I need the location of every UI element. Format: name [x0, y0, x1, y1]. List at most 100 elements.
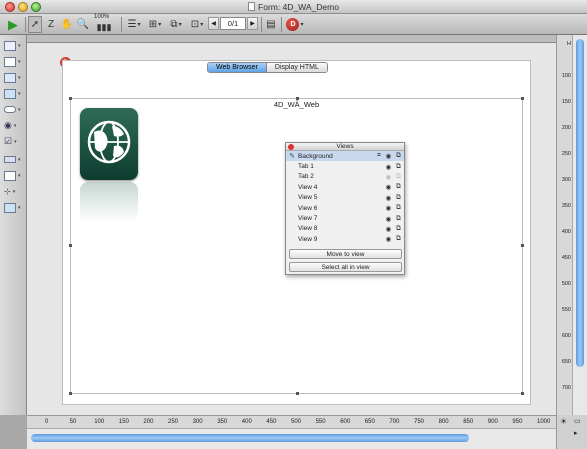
eye-icon[interactable]: ◉	[384, 183, 393, 191]
ruler-tick-label: 450	[561, 255, 571, 261]
group-icon: ⊡	[190, 19, 200, 30]
ruler-toggle-icon[interactable]: ▭	[574, 417, 581, 425]
ruler-tick-label: 0	[45, 419, 49, 425]
button-icon	[4, 106, 16, 113]
hand-tool-button[interactable]: ✋	[60, 16, 74, 33]
resize-handle[interactable]	[69, 97, 72, 100]
eye-icon[interactable]: ◉	[384, 152, 393, 160]
resize-handle[interactable]	[521, 392, 524, 395]
tool-checkbox[interactable]: ☑ ▾	[4, 135, 22, 148]
view-row[interactable]: Tab 2 ◉ ⧉	[286, 172, 404, 182]
page-next-button[interactable]: ▶	[247, 17, 258, 30]
view-row[interactable]: View 9 ◉ ⧉	[286, 234, 404, 244]
close-palette-button[interactable]	[288, 144, 294, 150]
lock-icon[interactable]: ⧉	[393, 235, 404, 243]
lock-icon[interactable]: ⧉	[393, 152, 404, 160]
group-button[interactable]: ⊡ ▾	[187, 16, 207, 33]
tab-control[interactable]: Web Browser Display HTML	[207, 62, 328, 73]
views-list-button[interactable]: ▤	[264, 16, 278, 33]
zoom-level: 100%	[94, 14, 110, 20]
lock-icon[interactable]: ⧉	[393, 183, 404, 191]
ruler-tick-label: 150	[118, 419, 129, 425]
rectangle-icon	[4, 170, 16, 181]
page-indicator[interactable]: 0/1	[220, 17, 246, 30]
ruler-tick-label: 200	[143, 419, 154, 425]
lock-icon[interactable]: ⧉	[393, 173, 404, 181]
ruler-tick-label: 850	[463, 419, 474, 425]
eye-icon[interactable]: ◉	[384, 225, 393, 233]
list-icon	[4, 72, 16, 83]
lock-icon[interactable]: ⧉	[393, 215, 404, 223]
views-list: ✎ Background ⌗ ◉ ⧉ Tab 1 ◉ ⧉ Tab 2 ◉ ⧉ View 4 ◉ ⧉ View…	[286, 151, 404, 245]
resize-handle[interactable]	[69, 244, 72, 247]
title-bar: Form: 4D_WA_Demo	[0, 0, 587, 14]
horizontal-scrollbar[interactable]	[27, 428, 572, 449]
zoom-corner-icon[interactable]: ☀	[560, 417, 567, 426]
tool-text-input[interactable]: ▾	[4, 55, 22, 68]
scroll-arrow-icon[interactable]: ▸	[574, 429, 578, 437]
lock-icon[interactable]: ⧉	[393, 194, 404, 202]
resize-handle[interactable]	[296, 97, 299, 100]
ruler-tick-label: 300	[192, 419, 203, 425]
view-row[interactable]: View 5 ◉ ⧉	[286, 193, 404, 203]
view-row[interactable]: ✎ Background ⌗ ◉ ⧉	[286, 151, 404, 162]
entry-order-button[interactable]: Z	[44, 16, 58, 33]
tool-field[interactable]: ▾	[4, 39, 22, 52]
tool-list[interactable]: ▾	[4, 71, 22, 84]
eye-icon[interactable]: ◉	[384, 204, 393, 212]
tool-web-area[interactable]: ▾	[4, 201, 22, 214]
ruler-tick-label: 650	[364, 419, 375, 425]
view-row[interactable]: View 8 ◉ ⧉	[286, 224, 404, 234]
vertical-scroll-thumb[interactable]	[576, 39, 584, 367]
vertical-scrollbar[interactable]	[572, 35, 587, 415]
tool-listbox[interactable]: ▾	[4, 87, 22, 100]
tool-button[interactable]: ▾	[4, 103, 22, 116]
eye-icon[interactable]: ◉	[384, 215, 393, 223]
globe-icon	[80, 108, 138, 180]
horizontal-scroll-thumb[interactable]	[31, 434, 469, 442]
select-all-in-view-button[interactable]: Select all in view	[289, 262, 402, 272]
tool-dropdown[interactable]: ▾	[4, 153, 22, 166]
web-area-icon	[4, 202, 16, 213]
ruler-tick-label: 700	[389, 419, 400, 425]
lock-icon[interactable]: ⧉	[393, 204, 404, 212]
eye-icon[interactable]: ◉	[384, 235, 393, 243]
move-to-view-button[interactable]: Move to view	[289, 249, 402, 259]
tool-radio[interactable]: ◉ ▾	[4, 119, 22, 132]
toolbar: ▶ ➚ Z ✋ 🔍 100% ▮▮▮ ☰ ▾ ⊞ ▾ ⧉ ▾ ⊡ ▾ ◀ 0/1 ▶ ▤…	[0, 14, 587, 35]
tab-display-html[interactable]: Display HTML	[266, 63, 327, 72]
view-row[interactable]: View 7 ◉ ⧉	[286, 213, 404, 223]
view-name: View 9	[298, 235, 318, 243]
lock-icon[interactable]: ⧉	[393, 163, 404, 171]
tool-splitter[interactable]: ⊹ ▾	[4, 185, 22, 198]
level-button[interactable]: ⧉ ▾	[166, 16, 186, 33]
zoom-tool-button[interactable]: 🔍	[76, 16, 90, 33]
resize-handle[interactable]	[521, 97, 524, 100]
dropdown-icon	[4, 156, 16, 163]
resize-handle[interactable]	[521, 244, 524, 247]
ruler-tick-label: 550	[315, 419, 326, 425]
resize-handle[interactable]	[296, 392, 299, 395]
views-list-icon: ▤	[266, 19, 276, 30]
run-form-button[interactable]: ▶	[5, 16, 21, 33]
globe-reflection	[80, 182, 138, 222]
page-prev-button[interactable]: ◀	[208, 17, 219, 30]
view-row[interactable]: Tab 1 ◉ ⧉	[286, 161, 404, 171]
ruler-tick-label: 350	[561, 203, 571, 209]
resize-handle[interactable]	[69, 392, 72, 395]
eye-icon[interactable]: ◉	[384, 163, 393, 171]
tab-web-browser[interactable]: Web Browser	[208, 63, 267, 72]
eye-icon[interactable]: ◉	[384, 194, 393, 202]
view-row[interactable]: View 6 ◉ ⧉	[286, 203, 404, 213]
ruler-tick-label: 750	[414, 419, 425, 425]
lock-icon[interactable]: ⧉	[393, 225, 404, 233]
arrow-tool-button[interactable]: ➚	[28, 16, 42, 33]
distribute-button[interactable]: ⊞ ▾	[145, 16, 165, 33]
window-title: Form: 4D_WA_Demo	[0, 2, 587, 12]
eye-icon[interactable]: ◉	[384, 173, 393, 181]
align-button[interactable]: ☰ ▾	[124, 16, 144, 33]
view-row[interactable]: View 4 ◉ ⧉	[286, 182, 404, 192]
tool-rectangle[interactable]: ▾	[4, 169, 22, 182]
component-button[interactable]: D ▾	[284, 16, 306, 33]
zoom-levels-button[interactable]: ▮▮▮	[93, 21, 115, 33]
